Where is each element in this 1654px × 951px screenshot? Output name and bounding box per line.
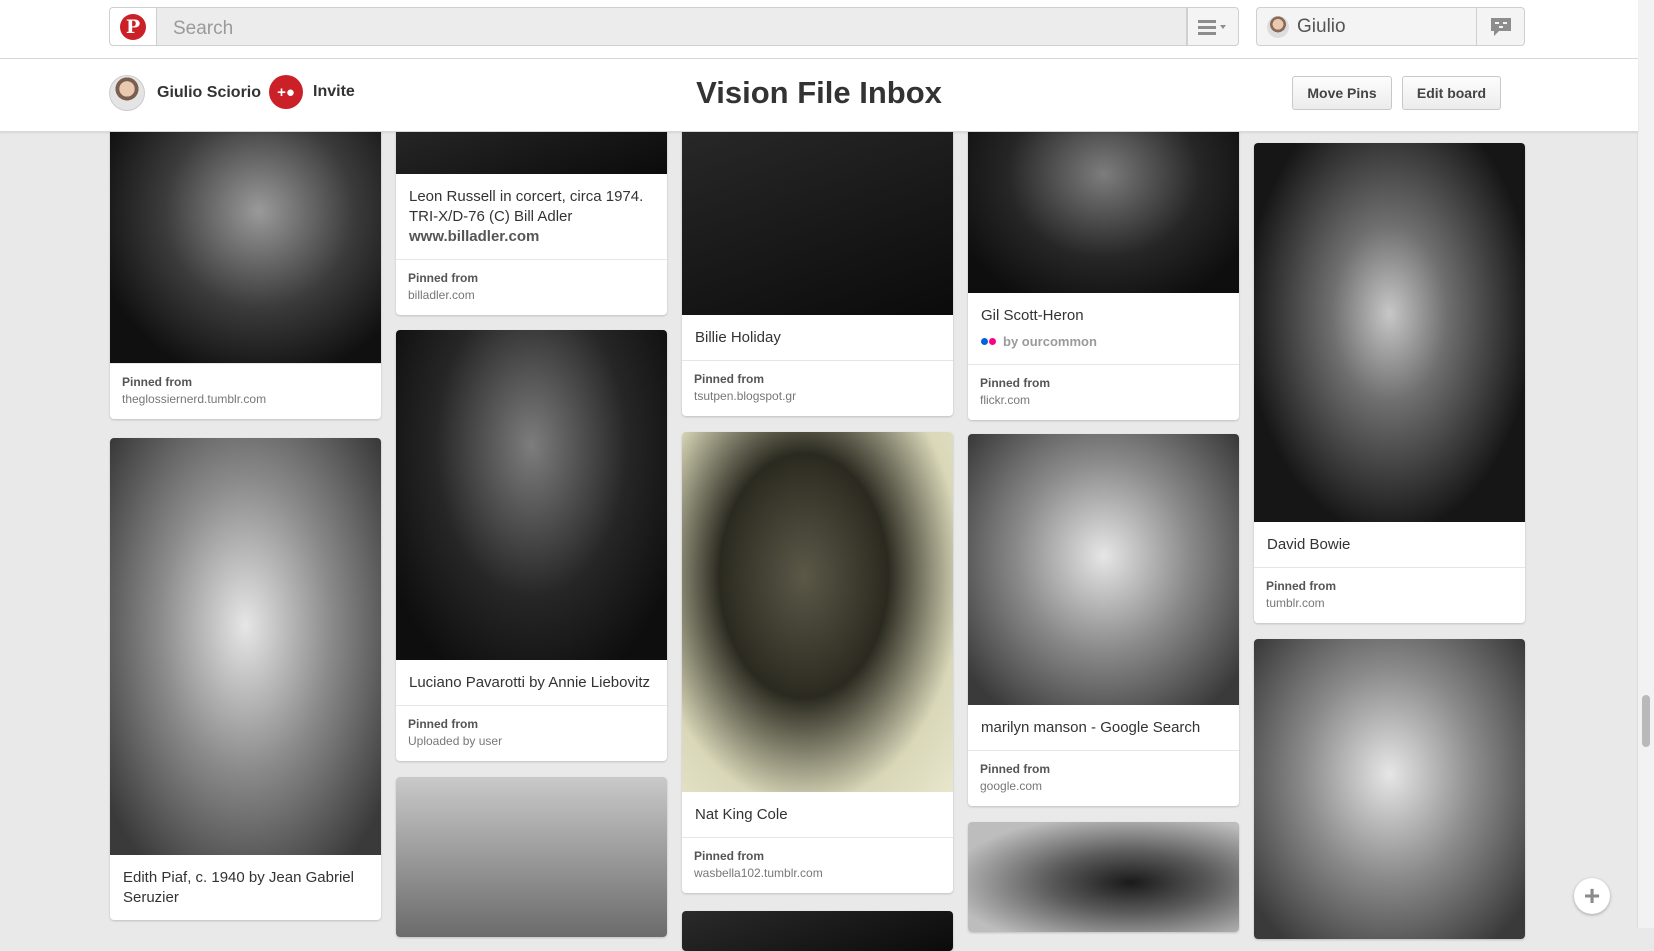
pin-source[interactable]: Pinned from wasbella102.tumblr.com — [682, 837, 953, 893]
invite-button[interactable]: +● Invite — [269, 75, 355, 109]
pin-image[interactable] — [1254, 639, 1525, 939]
pin-image[interactable] — [110, 110, 381, 363]
pin-source[interactable]: Pinned from billadler.com — [396, 259, 667, 315]
add-pin-button[interactable]: + — [1574, 878, 1610, 914]
pinned-from-label: Pinned from — [408, 717, 479, 731]
owner-avatar — [109, 75, 145, 111]
pin-description: Leon Russell in corcert, circa 1974. TRI… — [396, 174, 667, 259]
pin-card[interactable]: Luciano Pavarotti by Annie Liebovitz Pin… — [396, 330, 667, 761]
pinterest-logo-icon: P — [120, 13, 146, 40]
pin-image[interactable] — [968, 822, 1239, 932]
pin-card[interactable] — [396, 777, 667, 937]
pinterest-logo-button[interactable]: P — [109, 7, 157, 46]
pin-image[interactable] — [682, 432, 953, 792]
pinned-from-label: Pinned from — [980, 376, 1051, 390]
user-name: Giulio — [1297, 15, 1346, 37]
pin-description: Gil Scott-Heron by ourcommon — [968, 293, 1239, 364]
source-domain: tsutpen.blogspot.gr — [694, 389, 797, 403]
scrollbar-thumb[interactable] — [1642, 695, 1650, 747]
pinned-from-label: Pinned from — [980, 762, 1051, 776]
pin-image[interactable] — [682, 110, 953, 315]
move-pins-button[interactable]: Move Pins — [1292, 76, 1392, 110]
pin-source[interactable]: Pinned from tsutpen.blogspot.gr — [682, 360, 953, 416]
pin-card[interactable] — [968, 822, 1239, 932]
hamburger-menu-icon — [1198, 19, 1226, 35]
pin-image[interactable] — [1254, 143, 1525, 522]
pin-description: Nat King Cole — [695, 806, 788, 823]
pin-card[interactable]: marilyn manson - Google Search Pinned fr… — [968, 434, 1239, 806]
scrollbar[interactable] — [1637, 0, 1654, 928]
pinned-from-label: Pinned from — [408, 271, 479, 285]
pin-card[interactable]: David Bowie Pinned from tumblr.com — [1254, 143, 1525, 623]
attribution-text: by ourcommon — [1003, 334, 1097, 349]
pin-source[interactable]: Pinned from Uploaded by user — [396, 705, 667, 761]
source-domain: google.com — [980, 779, 1043, 793]
plus-icon: + — [1583, 880, 1601, 911]
top-bar: P Search Giulio — [0, 0, 1638, 59]
pinned-from-label: Pinned from — [694, 372, 765, 386]
pin-description: Billie Holiday — [695, 329, 781, 346]
user-profile-button[interactable]: Giulio — [1256, 7, 1477, 46]
board-header: Giulio Sciorio +● Invite Vision File Inb… — [0, 59, 1638, 132]
pin-card[interactable]: Billie Holiday Pinned from tsutpen.blogs… — [682, 110, 953, 416]
invite-label: Invite — [313, 83, 355, 100]
pin-description: Edith Piaf, c. 1940 by Jean Gabriel Seru… — [123, 869, 354, 906]
pin-source[interactable]: Pinned from theglossiernerd.tumblr.com — [110, 363, 381, 419]
source-domain: billadler.com — [408, 288, 475, 302]
pin-description: marilyn manson - Google Search — [981, 719, 1201, 736]
pin-image[interactable] — [396, 777, 667, 937]
board-owner[interactable]: Giulio Sciorio — [109, 75, 261, 111]
source-domain: theglossiernerd.tumblr.com — [122, 392, 267, 406]
pin-attribution[interactable]: by ourcommon — [981, 332, 1226, 352]
pinned-from-label: Pinned from — [694, 849, 765, 863]
flickr-icon — [981, 338, 997, 346]
source-domain: Uploaded by user — [408, 734, 503, 748]
user-avatar — [1267, 15, 1289, 38]
pinned-from-label: Pinned from — [122, 375, 193, 389]
pin-image[interactable] — [968, 434, 1239, 705]
pin-description: David Bowie — [1267, 536, 1351, 553]
owner-name: Giulio Sciorio — [157, 84, 262, 101]
pin-card[interactable] — [682, 911, 953, 951]
add-user-icon: +● — [269, 75, 303, 109]
pin-image[interactable] — [682, 911, 953, 951]
source-domain: wasbella102.tumblr.com — [694, 866, 823, 880]
source-domain: flickr.com — [980, 393, 1031, 407]
pin-card[interactable]: Nat King Cole Pinned from wasbella102.tu… — [682, 432, 953, 893]
pin-link[interactable]: www.billadler.com — [409, 227, 654, 247]
pin-source[interactable]: Pinned from tumblr.com — [1254, 567, 1525, 623]
menu-button[interactable] — [1187, 7, 1239, 46]
pinned-from-label: Pinned from — [1266, 579, 1337, 593]
pin-card[interactable]: Pinned from theglossiernerd.tumblr.com — [110, 110, 381, 419]
pin-card[interactable]: Edith Piaf, c. 1940 by Jean Gabriel Seru… — [110, 438, 381, 920]
notifications-button[interactable] — [1477, 7, 1525, 46]
pin-image[interactable] — [968, 110, 1239, 293]
pin-source[interactable]: Pinned from flickr.com — [968, 364, 1239, 420]
pin-card[interactable]: Gil Scott-Heron by ourcommon Pinned from… — [968, 110, 1239, 420]
pin-image[interactable] — [110, 438, 381, 855]
search-input[interactable]: Search — [157, 7, 1187, 46]
pin-card[interactable] — [1254, 639, 1525, 939]
pin-image[interactable] — [396, 330, 667, 660]
pin-description: Luciano Pavarotti by Annie Liebovitz — [409, 674, 650, 691]
pin-source[interactable]: Pinned from google.com — [968, 750, 1239, 806]
pin-card[interactable]: Leon Russell in corcert, circa 1974. TRI… — [396, 110, 667, 315]
source-domain: tumblr.com — [1266, 596, 1325, 610]
edit-board-button[interactable]: Edit board — [1402, 76, 1501, 110]
pin-description-text: Leon Russell in corcert, circa 1974. TRI… — [409, 188, 644, 225]
pin-description-text: Gil Scott-Heron — [981, 307, 1084, 324]
notification-icon — [1490, 17, 1511, 36]
